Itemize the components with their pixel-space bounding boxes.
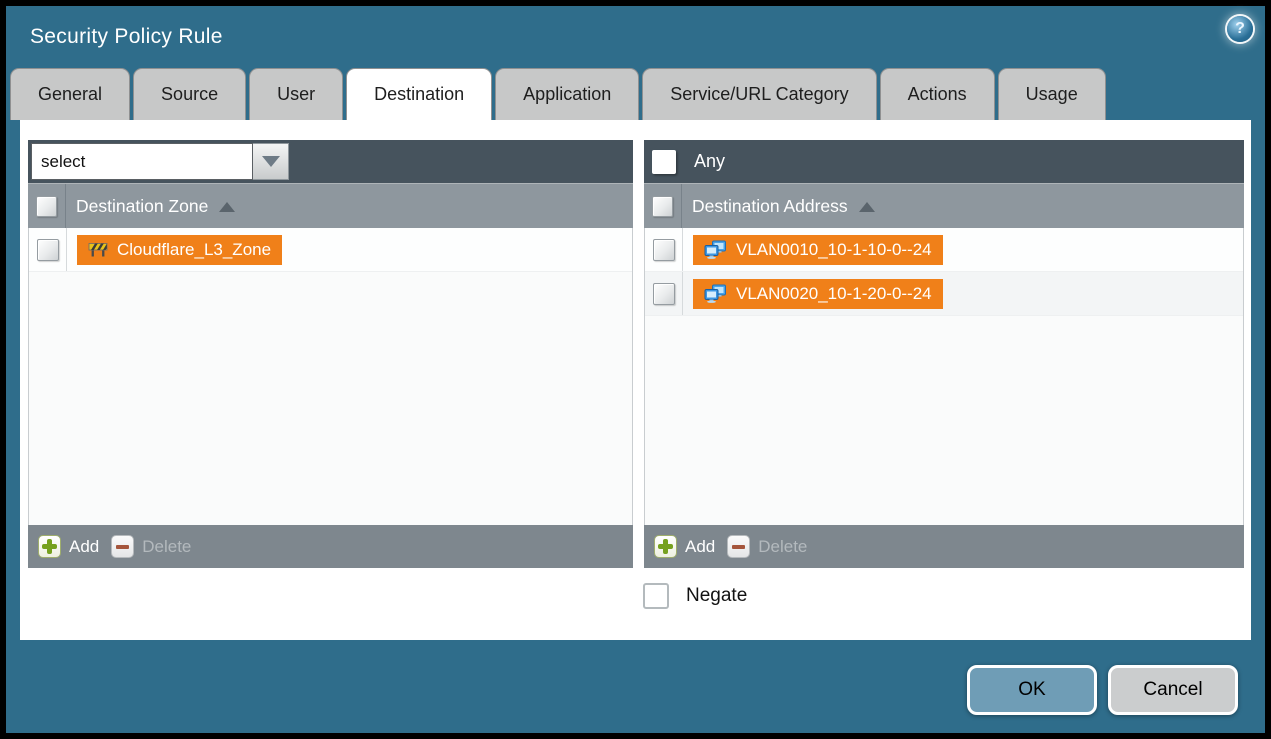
zone-row-checkbox[interactable] xyxy=(37,239,59,261)
address-icon xyxy=(704,284,727,303)
zone-column-header: Destination Zone xyxy=(28,183,633,228)
tab-strip: General Source User Destination Applicat… xyxy=(10,68,1106,120)
address-list-item: VLAN0010_10-1-10-0--24 xyxy=(645,228,1243,272)
ok-button[interactable]: OK xyxy=(967,665,1097,715)
zone-select-all-checkbox[interactable] xyxy=(36,196,57,217)
add-plus-icon xyxy=(654,535,677,558)
tab-source[interactable]: Source xyxy=(133,68,246,120)
destination-tab-content: Destination Zone xyxy=(20,120,1251,640)
zone-actions-bar: Add Delete xyxy=(28,525,633,568)
tab-actions[interactable]: Actions xyxy=(880,68,995,120)
help-icon[interactable]: ? xyxy=(1227,16,1253,42)
address-list: VLAN0010_10-1-10-0--24 xyxy=(644,228,1244,525)
any-label: Any xyxy=(694,151,725,172)
zone-entry[interactable]: Cloudflare_L3_Zone xyxy=(77,235,282,265)
zone-icon xyxy=(88,241,108,258)
address-entry[interactable]: VLAN0010_10-1-10-0--24 xyxy=(693,235,943,265)
address-actions-bar: Add Delete xyxy=(644,525,1244,568)
zone-column-title[interactable]: Destination Zone xyxy=(76,196,235,217)
sort-ascending-icon xyxy=(219,202,235,212)
zone-list-item: Cloudflare_L3_Zone xyxy=(29,228,632,272)
zone-add-button[interactable]: Add xyxy=(38,535,99,558)
add-plus-icon xyxy=(38,535,61,558)
address-delete-button[interactable]: Delete xyxy=(727,535,807,558)
any-checkbox[interactable] xyxy=(652,150,676,174)
tab-usage[interactable]: Usage xyxy=(998,68,1106,120)
delete-minus-icon xyxy=(111,535,134,558)
sort-ascending-icon xyxy=(859,202,875,212)
destination-zone-panel: Destination Zone xyxy=(28,140,633,568)
security-policy-rule-dialog: Security Policy Rule ? General Source Us… xyxy=(6,6,1265,733)
chevron-down-icon xyxy=(262,156,280,167)
zone-list: Cloudflare_L3_Zone xyxy=(28,228,633,525)
negate-checkbox[interactable] xyxy=(643,583,669,609)
negate-label: Negate xyxy=(686,585,747,607)
address-icon xyxy=(704,240,727,259)
tab-application[interactable]: Application xyxy=(495,68,639,120)
delete-minus-icon xyxy=(727,535,750,558)
address-add-button[interactable]: Add xyxy=(654,535,715,558)
address-select-all-checkbox[interactable] xyxy=(652,196,673,217)
cancel-button[interactable]: Cancel xyxy=(1108,665,1238,715)
address-entry[interactable]: VLAN0020_10-1-20-0--24 xyxy=(693,279,943,309)
tab-service-url-category[interactable]: Service/URL Category xyxy=(642,68,876,120)
address-column-title[interactable]: Destination Address xyxy=(692,196,875,217)
tab-general[interactable]: General xyxy=(10,68,130,120)
tab-user[interactable]: User xyxy=(249,68,343,120)
zone-select-input[interactable] xyxy=(31,143,253,180)
zone-select-dropdown-button[interactable] xyxy=(253,143,289,180)
zone-delete-button[interactable]: Delete xyxy=(111,535,191,558)
dialog-title: Security Policy Rule xyxy=(30,25,223,49)
address-column-header: Destination Address xyxy=(644,183,1244,228)
address-any-bar: Any xyxy=(644,140,1244,183)
negate-row: Negate xyxy=(643,583,747,609)
zone-entry-label: Cloudflare_L3_Zone xyxy=(117,240,271,260)
tab-destination[interactable]: Destination xyxy=(346,68,492,120)
address-row-checkbox[interactable] xyxy=(653,283,675,305)
zone-filter-bar xyxy=(28,140,633,183)
address-list-item: VLAN0020_10-1-20-0--24 xyxy=(645,272,1243,316)
address-row-checkbox[interactable] xyxy=(653,239,675,261)
destination-address-panel: Any Destination Address xyxy=(644,140,1244,568)
address-entry-label: VLAN0020_10-1-20-0--24 xyxy=(736,284,932,304)
address-entry-label: VLAN0010_10-1-10-0--24 xyxy=(736,240,932,260)
